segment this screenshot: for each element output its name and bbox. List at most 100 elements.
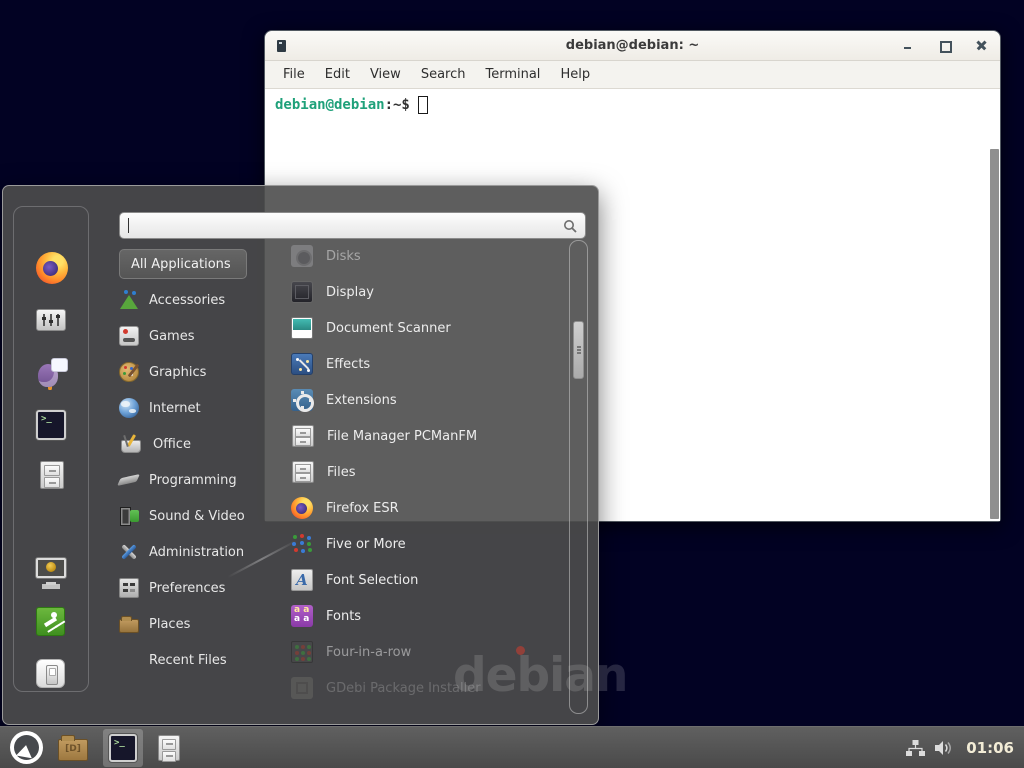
display-icon [291, 281, 313, 303]
volume-icon[interactable] [934, 740, 953, 756]
app-firefox-esr[interactable]: Firefox ESR [291, 490, 566, 526]
apps-scrollbar-handle[interactable] [573, 321, 584, 379]
taskbar-file-manager-button[interactable] [58, 739, 88, 761]
close-button[interactable] [975, 39, 988, 52]
app-five-or-more[interactable]: Five or More [291, 526, 566, 562]
text-caret [128, 218, 129, 233]
extensions-gear-icon [291, 389, 313, 411]
app-gdebi-package-installer[interactable]: GDebi Package Installer [291, 670, 566, 706]
lock-screen-icon [36, 558, 66, 578]
maximize-button[interactable] [938, 39, 951, 52]
app-four-in-a-row[interactable]: Four-in-a-row [291, 634, 566, 670]
app-fonts[interactable]: Fonts [291, 598, 566, 634]
favorites-panel [13, 206, 89, 692]
disks-icon [291, 245, 313, 267]
administration-icon [119, 542, 139, 562]
terminal-menubar: File Edit View Search Terminal Help [265, 61, 1000, 89]
log-out-icon [36, 607, 65, 636]
favorite-terminal-button[interactable] [36, 409, 68, 441]
category-games[interactable]: Games [119, 318, 284, 354]
category-places[interactable]: Places [119, 606, 284, 642]
apps-scrollbar-track[interactable] [569, 240, 588, 714]
category-preferences[interactable]: Preferences [119, 570, 284, 606]
menu-search[interactable]: Search [411, 63, 476, 86]
office-icon [121, 440, 141, 453]
app-extensions[interactable]: Extensions [291, 382, 566, 418]
application-menu: debian All Applications [2, 185, 599, 725]
log-out-button[interactable] [36, 606, 68, 638]
menu-button[interactable] [10, 731, 43, 764]
favorite-file-manager-button[interactable] [36, 459, 68, 491]
terminal-icon [36, 410, 66, 440]
terminal-icon [109, 734, 137, 762]
app-files[interactable]: Files [291, 454, 566, 490]
app-document-scanner[interactable]: Document Scanner [291, 310, 566, 346]
file-cabinet-icon [292, 425, 314, 447]
category-sound-video[interactable]: Sound & Video [119, 498, 284, 534]
menu-help[interactable]: Help [550, 63, 600, 86]
recent-files-spacer [119, 650, 139, 670]
menu-view[interactable]: View [360, 63, 411, 86]
terminal-titlebar[interactable]: debian@debian: ~ [265, 31, 1000, 61]
accessories-icon [119, 290, 139, 310]
firefox-icon [36, 252, 68, 284]
font-selection-icon [291, 569, 313, 591]
clock[interactable]: 01:06 [966, 739, 1014, 757]
firefox-icon [291, 497, 313, 519]
category-office[interactable]: Office [119, 426, 284, 462]
internet-globe-icon [119, 398, 139, 418]
pidgin-icon [36, 357, 68, 389]
favorite-firefox-button[interactable] [36, 252, 68, 284]
app-display[interactable]: Display [291, 274, 566, 310]
menu-terminal[interactable]: Terminal [475, 63, 550, 86]
sound-video-icon [119, 506, 139, 526]
terminal-title: debian@debian: ~ [265, 38, 1000, 53]
preferences-icon [119, 578, 139, 598]
search-box[interactable] [119, 212, 586, 239]
terminal-scrollbar[interactable] [990, 149, 999, 519]
category-graphics[interactable]: Graphics [119, 354, 284, 390]
category-label: All Applications [131, 257, 231, 272]
document-scanner-icon [291, 317, 313, 339]
category-programming[interactable]: Programming [119, 462, 284, 498]
file-cabinet-icon [158, 735, 180, 761]
app-disks[interactable]: Disks [291, 238, 566, 274]
games-icon [119, 326, 139, 346]
menu-edit[interactable]: Edit [315, 63, 360, 86]
applications-list: Disks Display Document Scanner Effects E… [291, 238, 566, 706]
terminal-scrollbar-handle[interactable] [990, 149, 999, 519]
network-icon[interactable] [906, 740, 925, 756]
places-folder-icon [119, 619, 139, 633]
category-administration[interactable]: Administration [119, 534, 284, 570]
taskbar-files-button[interactable] [158, 735, 180, 761]
desktop: debian@debian: ~ File Edit View Search T… [0, 0, 1024, 768]
five-or-more-icon [291, 533, 313, 555]
file-cabinet-icon [40, 461, 64, 489]
shut-down-button[interactable] [36, 658, 68, 690]
gdebi-icon [291, 677, 313, 699]
menu-file[interactable]: File [273, 63, 315, 86]
favorite-pidgin-button[interactable] [36, 357, 68, 389]
shut-down-icon [36, 659, 65, 688]
prompt-path: :~$ [385, 97, 410, 113]
lock-screen-button[interactable] [36, 555, 68, 587]
file-cabinet-icon [292, 461, 314, 483]
app-font-selection[interactable]: Font Selection [291, 562, 566, 598]
category-internet[interactable]: Internet [119, 390, 284, 426]
favorite-settings-mixer-button[interactable] [36, 304, 68, 336]
effects-icon [291, 353, 313, 375]
fonts-icon [291, 605, 313, 627]
terminal-cursor [418, 96, 428, 114]
app-effects[interactable]: Effects [291, 346, 566, 382]
category-all-applications[interactable]: All Applications [119, 249, 247, 279]
minimize-button[interactable] [901, 39, 914, 52]
settings-mixer-icon [36, 309, 66, 331]
search-input[interactable] [131, 218, 563, 233]
app-file-manager-pcmanfm[interactable]: File Manager PCManFM [291, 418, 566, 454]
graphics-icon [119, 362, 139, 382]
taskbar-terminal-button-active[interactable] [103, 729, 143, 767]
search-icon [563, 219, 577, 233]
categories-list: Accessories Games Graphics Internet Offi… [119, 282, 284, 678]
category-accessories[interactable]: Accessories [119, 282, 284, 318]
category-recent-files[interactable]: Recent Files [119, 642, 284, 678]
